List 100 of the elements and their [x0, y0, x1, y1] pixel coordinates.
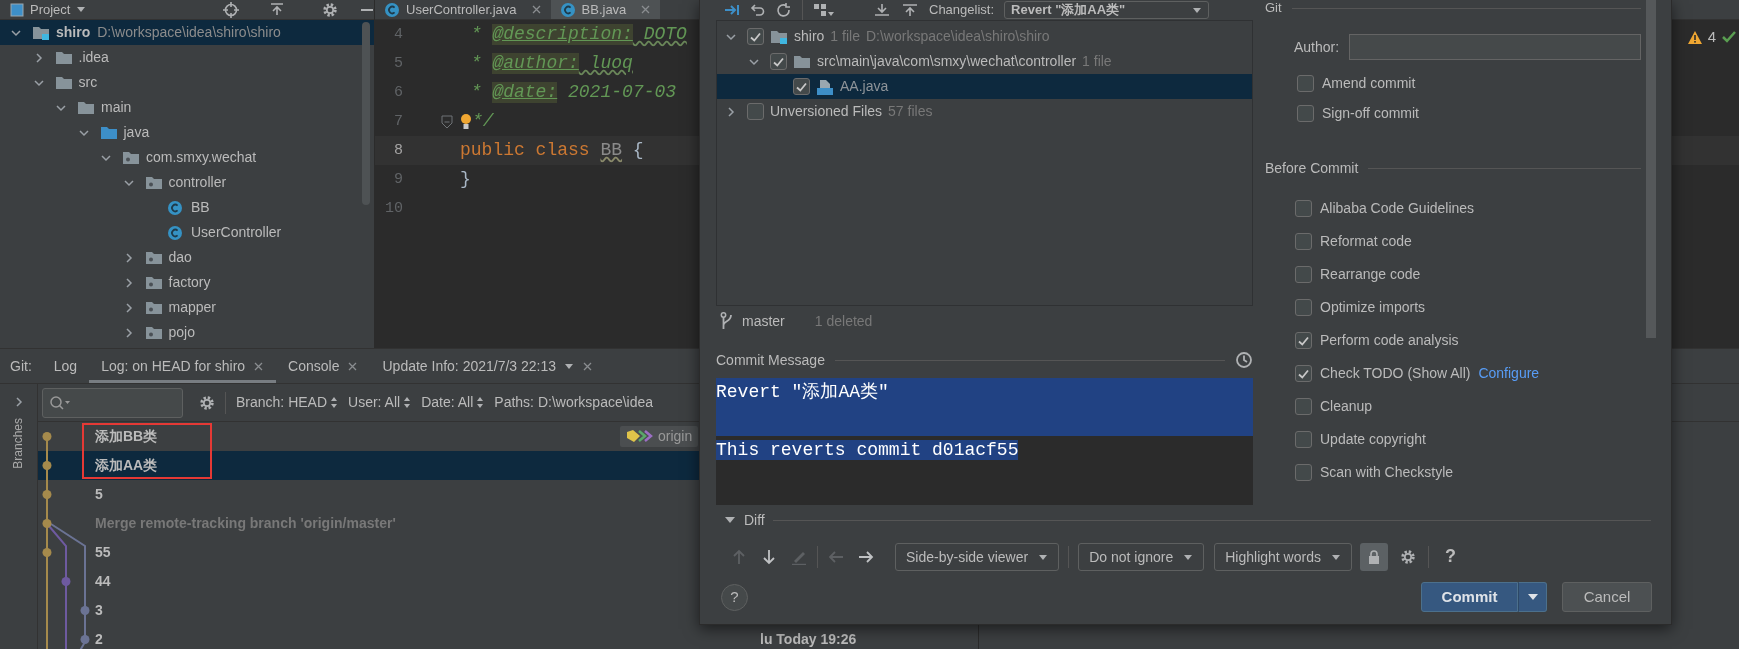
- option-label[interactable]: Amend commit: [1322, 74, 1416, 92]
- checkbox[interactable]: [1295, 299, 1312, 316]
- option-label[interactable]: Cleanup: [1320, 398, 1373, 415]
- scrollbar[interactable]: [1646, 0, 1656, 338]
- expand-all-icon[interactable]: [873, 3, 891, 17]
- tree-item[interactable]: com.smxy.wechat: [0, 145, 374, 170]
- dropdown[interactable]: Side-by-side viewer: [895, 543, 1060, 571]
- undo-icon[interactable]: [750, 3, 766, 17]
- option-label[interactable]: Perform code analysis: [1320, 332, 1459, 349]
- tree-item[interactable]: shiro 1 file D:\workspace\idea\shiro\shiro: [717, 24, 1252, 49]
- arrow-down-icon[interactable]: [761, 549, 777, 565]
- option-label[interactable]: Rearrange code: [1320, 266, 1421, 283]
- close-icon[interactable]: [253, 360, 265, 372]
- tree-item[interactable]: AA.java: [717, 74, 1252, 99]
- option-label[interactable]: Reformat code: [1320, 233, 1412, 250]
- tree-item[interactable]: pojo: [0, 320, 374, 345]
- help-button[interactable]: ?: [721, 583, 748, 611]
- commit-row[interactable]: 2 lu Today 19:26: [38, 625, 978, 649]
- tree-item[interactable]: .idea: [0, 45, 374, 70]
- filter-dropdown[interactable]: Date: All: [421, 394, 485, 411]
- refresh-icon[interactable]: [776, 3, 792, 17]
- tree-item[interactable]: src: [0, 70, 374, 95]
- checkbox[interactable]: [1295, 464, 1312, 481]
- collapse-all-icon[interactable]: [901, 3, 919, 17]
- tree-item[interactable]: mapper: [0, 295, 374, 320]
- search-field[interactable]: [42, 387, 183, 418]
- checkbox[interactable]: [1297, 74, 1314, 92]
- configure-link[interactable]: Configure: [1478, 365, 1540, 382]
- group-icon[interactable]: [813, 3, 835, 17]
- collapse-triangle-icon[interactable]: [724, 515, 736, 525]
- tree-item[interactable]: java: [0, 120, 374, 145]
- tree-item[interactable]: main: [0, 95, 374, 120]
- locate-icon[interactable]: [223, 1, 240, 18]
- option-label[interactable]: Scan with Checkstyle: [1320, 464, 1454, 481]
- checkbox[interactable]: [1295, 200, 1312, 217]
- option-label[interactable]: Optimize imports: [1320, 299, 1426, 316]
- history-icon[interactable]: [1235, 351, 1253, 369]
- caret-icon[interactable]: [76, 5, 87, 14]
- caret-icon[interactable]: [564, 361, 575, 371]
- dropdown[interactable]: Do not ignore: [1078, 543, 1205, 571]
- settings-icon[interactable]: [1399, 549, 1416, 565]
- cancel-button[interactable]: Cancel: [1562, 582, 1652, 612]
- checkbox[interactable]: [793, 78, 810, 95]
- lock-toggle[interactable]: [1359, 543, 1388, 571]
- chevron-icon[interactable]: [725, 105, 737, 118]
- paths-filter[interactable]: Paths: D:\workspace\idea: [494, 394, 654, 411]
- author-field[interactable]: [1349, 34, 1641, 60]
- tab[interactable]: Log: on HEAD for shiro: [89, 349, 277, 383]
- editor-tab[interactable]: UserController.java: [375, 0, 551, 19]
- filter-dropdown[interactable]: User: All: [348, 394, 412, 411]
- close-icon[interactable]: [582, 360, 594, 372]
- checkbox[interactable]: [1297, 104, 1314, 122]
- option-label[interactable]: Sign-off commit: [1322, 104, 1419, 122]
- help-button[interactable]: ?: [1444, 546, 1456, 568]
- tab[interactable]: Console: [276, 349, 371, 383]
- arrow-icon[interactable]: [724, 3, 740, 17]
- arrow-right-icon[interactable]: [858, 549, 874, 565]
- checkbox[interactable]: [747, 103, 764, 120]
- collapse-all-icon[interactable]: [268, 1, 285, 18]
- option-label[interactable]: Alibaba Code Guidelines: [1320, 200, 1475, 217]
- checkbox[interactable]: [747, 28, 764, 45]
- fold-icon[interactable]: [440, 114, 454, 129]
- settings-icon[interactable]: [199, 394, 215, 411]
- commit-message-field[interactable]: Revert "添加AA类" This reverts commit d01acf55: [716, 378, 1253, 505]
- tree-item[interactable]: controller: [0, 170, 374, 195]
- tree-item[interactable]: BB: [0, 195, 374, 220]
- tab[interactable]: Log: [41, 349, 90, 383]
- commit-button[interactable]: Commit: [1421, 582, 1518, 612]
- option-label[interactable]: Check TODO (Show All): [1320, 365, 1471, 382]
- close-icon[interactable]: [530, 4, 542, 15]
- checkbox[interactable]: [770, 53, 787, 70]
- option-label[interactable]: Update copyright: [1320, 431, 1426, 448]
- settings-icon[interactable]: [322, 1, 339, 18]
- side-tab[interactable]: Branches: [11, 418, 26, 469]
- checkbox[interactable]: [1295, 398, 1312, 415]
- close-icon[interactable]: [640, 4, 652, 15]
- lightbulb-icon[interactable]: [460, 112, 472, 131]
- tree-item[interactable]: src\main\java\com\smxy\wechat\controller 1 file: [717, 49, 1252, 74]
- filter-dropdown[interactable]: Branch: HEAD: [236, 394, 339, 411]
- changelist-dropdown[interactable]: Revert "添加AA类": [1004, 1, 1210, 19]
- check-icon[interactable]: [1721, 29, 1737, 45]
- tree-item[interactable]: factory: [0, 270, 374, 295]
- editor-tab[interactable]: BB.java: [550, 0, 661, 19]
- commit-options-button[interactable]: [1518, 582, 1547, 612]
- tree-item[interactable]: Unversioned Files 57 files: [717, 99, 1252, 124]
- scrollbar[interactable]: [362, 22, 370, 205]
- checkbox[interactable]: [1295, 266, 1312, 283]
- checkbox[interactable]: [1295, 431, 1312, 448]
- tree-item[interactable]: shiro D:\workspace\idea\shiro\shiro: [0, 20, 374, 45]
- dropdown[interactable]: Highlight words: [1214, 543, 1352, 571]
- panel-title[interactable]: Project: [30, 1, 71, 18]
- tree-item[interactable]: UserController: [0, 220, 374, 245]
- warning-icon[interactable]: [1686, 29, 1703, 45]
- checkbox[interactable]: [1295, 365, 1312, 382]
- close-icon[interactable]: [347, 360, 359, 372]
- panel-icon[interactable]: [10, 2, 24, 17]
- tree-item[interactable]: dao: [0, 245, 374, 270]
- tab[interactable]: Update Info: 2021/7/3 22:13: [370, 349, 606, 383]
- warning-count[interactable]: 4: [1707, 28, 1716, 46]
- checkbox[interactable]: [1295, 332, 1312, 349]
